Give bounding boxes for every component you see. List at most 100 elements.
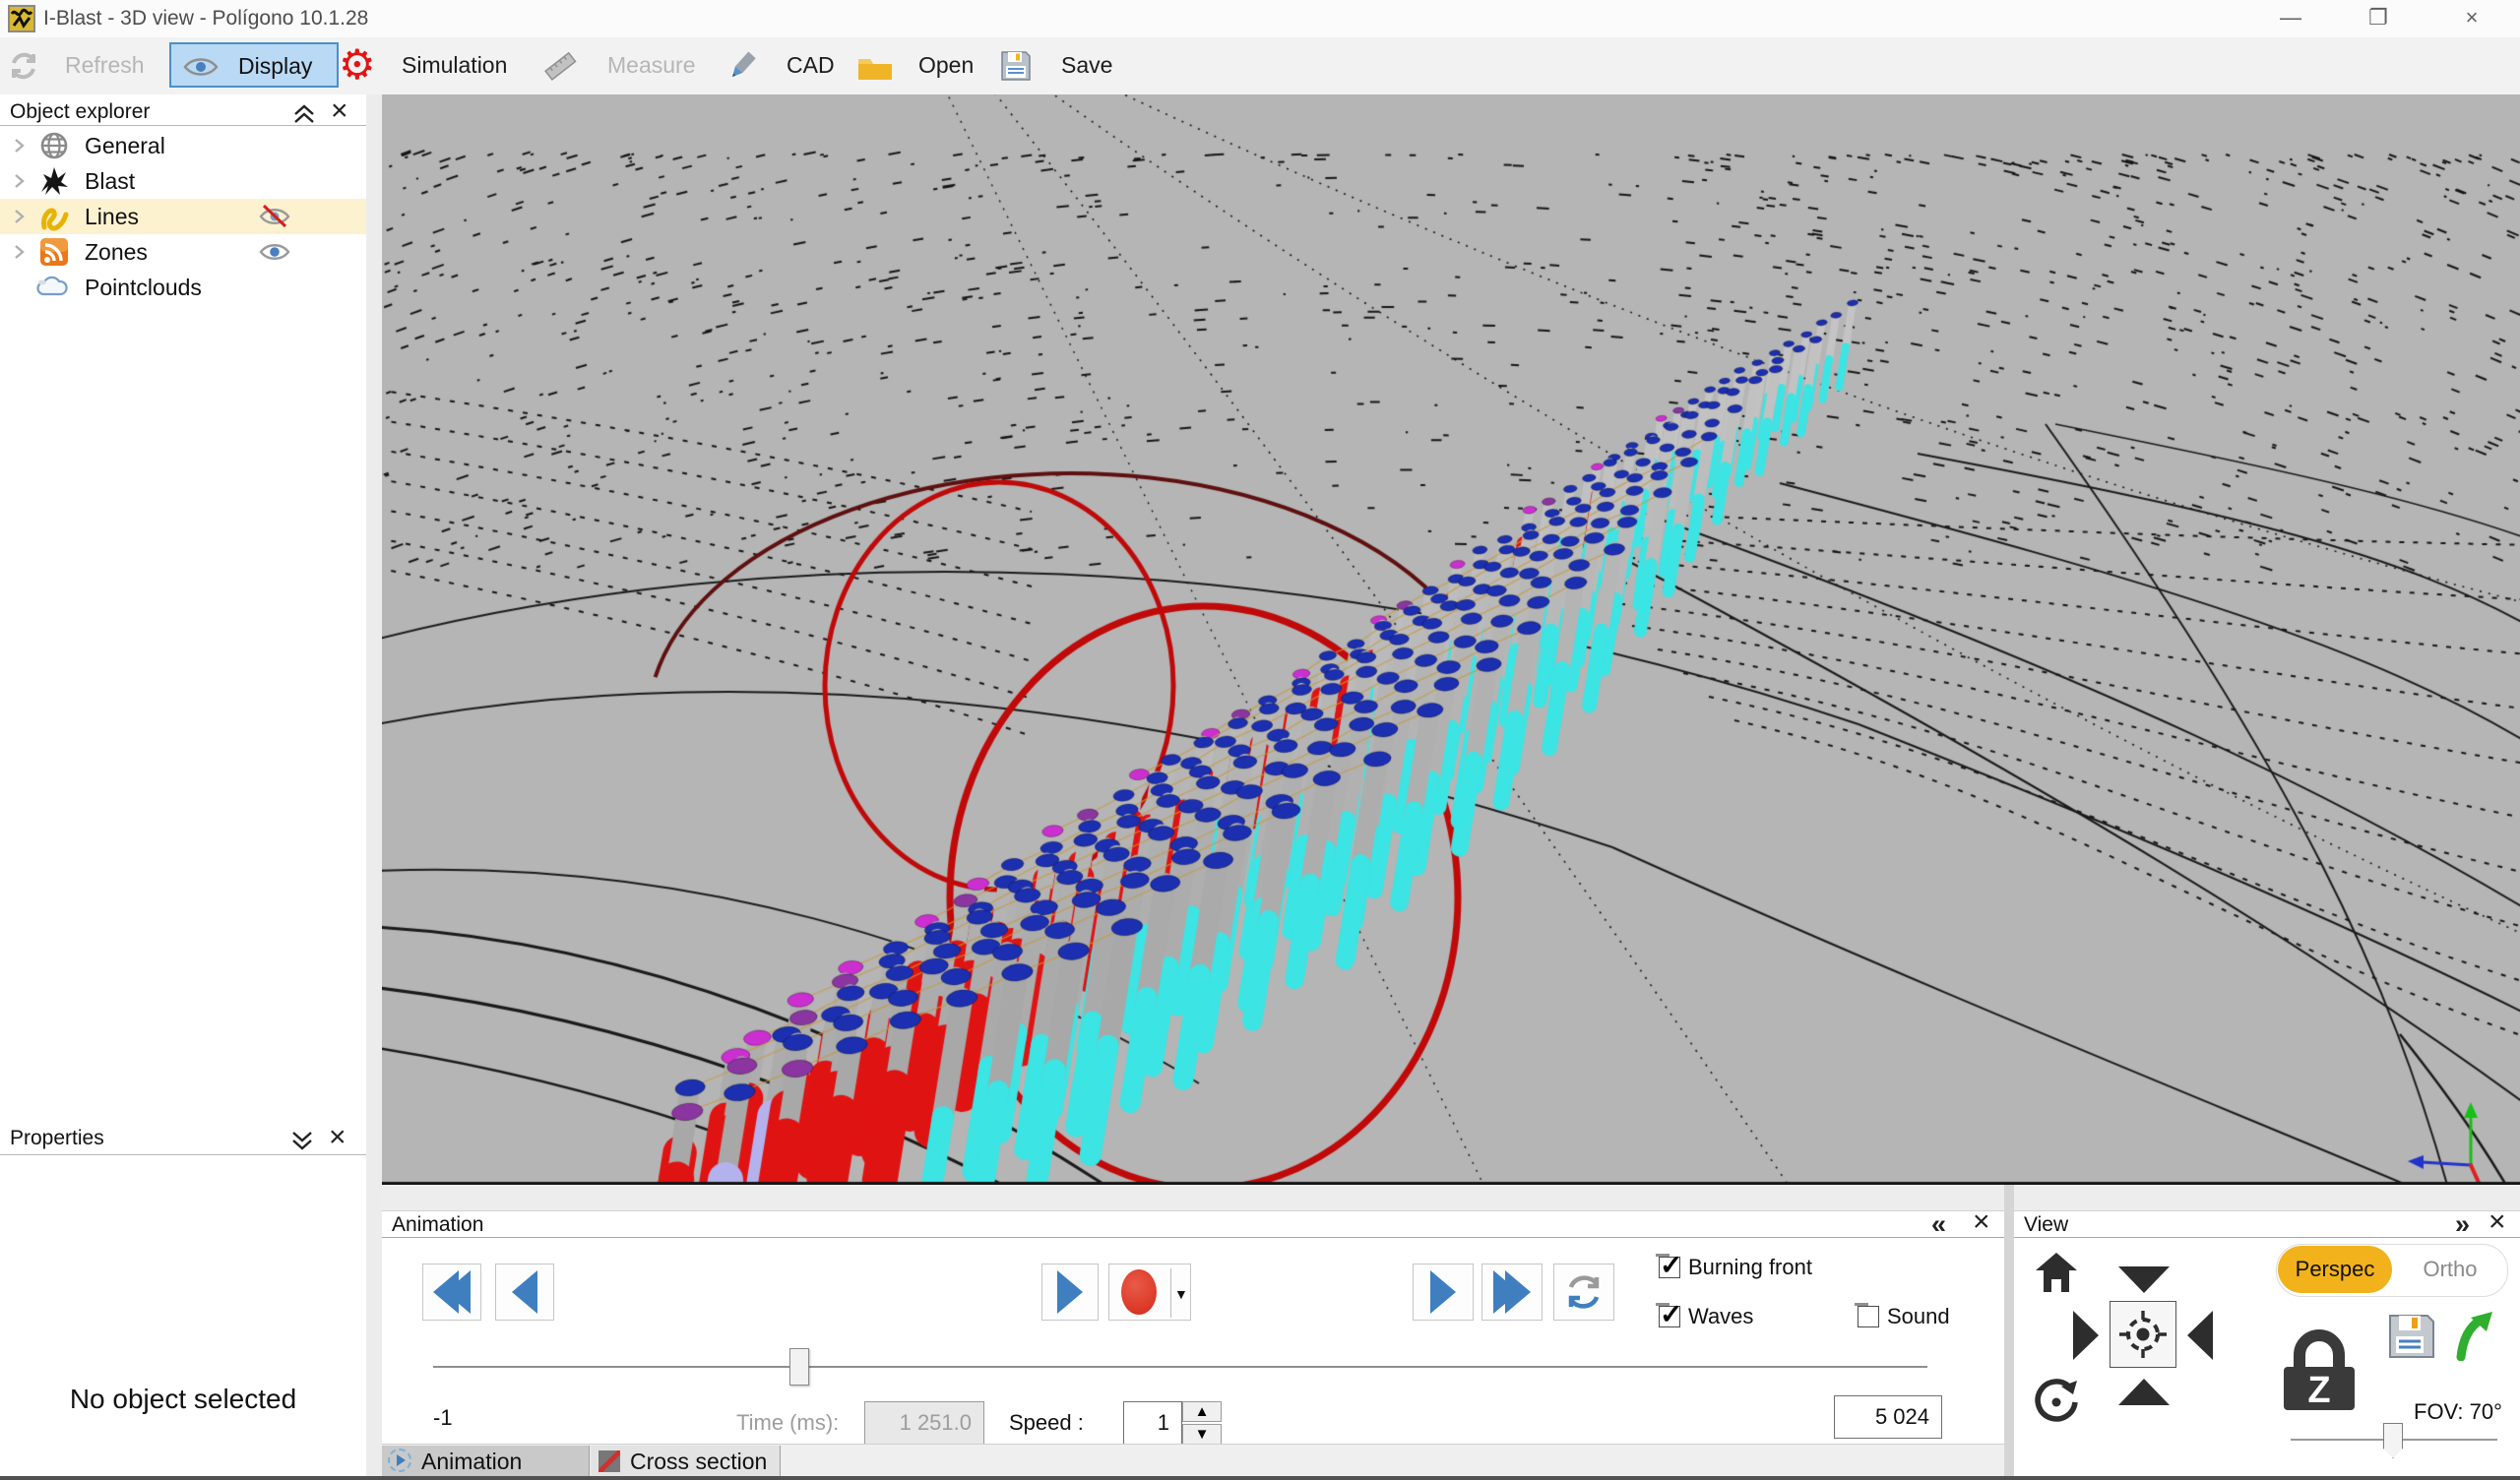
expander-icon[interactable] bbox=[12, 173, 26, 189]
properties-header: Properties × bbox=[0, 1125, 366, 1152]
tree-item-pointclouds[interactable]: Pointclouds bbox=[0, 270, 366, 305]
frame-count-input[interactable]: 5 024 bbox=[1834, 1395, 1942, 1439]
animation-panel-title: Animation bbox=[392, 1213, 483, 1237]
title-bar: I-Blast - 3D view - Polígono 10.1.28 — ❐… bbox=[0, 0, 2520, 37]
perspective-button[interactable]: Perspec bbox=[2278, 1246, 2392, 1293]
globe-icon bbox=[39, 131, 69, 160]
collapse-panel-icon[interactable] bbox=[291, 102, 317, 126]
refresh-button[interactable]: Refresh bbox=[65, 52, 145, 79]
up-vector-icon[interactable] bbox=[2449, 1310, 2498, 1361]
display-label: Display bbox=[238, 53, 312, 80]
center-view-button[interactable] bbox=[2110, 1301, 2176, 1368]
expand-panel-icon[interactable] bbox=[289, 1129, 315, 1152]
animation-tab-icon bbox=[388, 1449, 411, 1472]
expander-icon[interactable] bbox=[12, 244, 26, 260]
fast-forward-button[interactable] bbox=[1481, 1264, 1543, 1321]
viewport-gap bbox=[382, 1185, 2520, 1211]
step-forward-button[interactable] bbox=[1413, 1264, 1474, 1321]
tab-cross-section[interactable]: Cross section bbox=[591, 1446, 781, 1477]
panel-splitter[interactable] bbox=[2004, 1185, 2014, 1480]
loop-button[interactable] bbox=[1553, 1264, 1614, 1321]
rotate-view-icon[interactable] bbox=[2030, 1373, 2081, 1426]
fov-slider-thumb[interactable] bbox=[2383, 1423, 2403, 1458]
minimize-button[interactable]: — bbox=[2259, 0, 2322, 35]
save-button[interactable]: Save bbox=[1061, 52, 1112, 79]
save-icon bbox=[999, 49, 1033, 83]
main-toolbar: Refresh Display ⚙ Simulation Measure CAD bbox=[0, 37, 2520, 95]
spinner-up-icon[interactable]: ▲ bbox=[1182, 1401, 1222, 1422]
record-dropdown-icon[interactable]: ▼ bbox=[1174, 1286, 1188, 1302]
collapse-left-icon[interactable]: « bbox=[1931, 1211, 1946, 1237]
close-panel-icon[interactable]: × bbox=[331, 98, 348, 124]
sound-checkbox[interactable]: Sound bbox=[1858, 1306, 1950, 1329]
expand-right-icon[interactable]: » bbox=[2455, 1211, 2470, 1237]
tree-item-lines[interactable]: Lines bbox=[0, 199, 366, 234]
z-lock-icon[interactable]: Z bbox=[2278, 1318, 2361, 1412]
close-panel-icon[interactable]: × bbox=[329, 1125, 346, 1150]
bottom-tab-bar: Animation Cross section bbox=[382, 1444, 2004, 1476]
pan-down-icon[interactable] bbox=[2118, 1266, 2170, 1293]
expander-icon[interactable] bbox=[12, 138, 26, 154]
sidebar-splitter[interactable] bbox=[366, 94, 382, 1480]
save-view-icon[interactable] bbox=[2386, 1312, 2437, 1361]
loop-icon bbox=[1563, 1271, 1605, 1313]
range-start-label: -1 bbox=[433, 1405, 453, 1431]
speed-input[interactable]: 1 bbox=[1123, 1401, 1182, 1445]
burning-front-checkbox[interactable]: ✓ Burning front bbox=[1659, 1257, 1812, 1280]
timeline-track[interactable] bbox=[433, 1366, 1927, 1368]
object-explorer-panel: Object explorer × General Blast bbox=[0, 94, 366, 1480]
blast-icon bbox=[39, 166, 69, 196]
app-icon bbox=[8, 5, 35, 32]
properties-empty-message: No object selected bbox=[0, 1384, 366, 1415]
close-panel-icon[interactable]: × bbox=[2488, 1209, 2506, 1235]
spinner-down-icon[interactable]: ▼ bbox=[1182, 1424, 1222, 1445]
pan-right-icon[interactable] bbox=[2073, 1311, 2099, 1360]
play-button[interactable] bbox=[1041, 1264, 1099, 1321]
open-button[interactable]: Open bbox=[918, 52, 974, 79]
record-icon bbox=[1121, 1269, 1157, 1315]
pan-up-icon[interactable] bbox=[2118, 1379, 2170, 1405]
close-panel-icon[interactable]: × bbox=[1973, 1209, 1990, 1235]
projection-toggle: Perspec Ortho bbox=[2276, 1244, 2508, 1297]
close-button[interactable]: × bbox=[2440, 0, 2503, 35]
measure-button[interactable]: Measure bbox=[607, 52, 695, 79]
record-button[interactable]: ▼ bbox=[1108, 1264, 1191, 1321]
tree-item-blast[interactable]: Blast bbox=[0, 163, 366, 199]
display-button[interactable]: Display bbox=[169, 42, 339, 88]
rewind-button[interactable] bbox=[422, 1264, 481, 1321]
ortho-button[interactable]: Ortho bbox=[2395, 1246, 2505, 1293]
restore-button[interactable]: ❐ bbox=[2347, 0, 2410, 35]
tree-item-zones[interactable]: Zones bbox=[0, 234, 366, 270]
target-icon bbox=[2117, 1309, 2169, 1360]
pan-left-icon[interactable] bbox=[2187, 1311, 2213, 1360]
svg-text:Z: Z bbox=[2307, 1370, 2330, 1411]
time-input: 1 251.0 bbox=[864, 1401, 984, 1445]
cloud-icon bbox=[35, 273, 69, 302]
lines-icon bbox=[39, 202, 69, 231]
ruler-icon bbox=[543, 49, 577, 83]
refresh-icon bbox=[8, 50, 39, 82]
visibility-off-icon[interactable] bbox=[258, 205, 291, 228]
fov-label: FOV: 70° bbox=[2414, 1399, 2502, 1425]
object-explorer-title: Object explorer bbox=[10, 100, 150, 124]
viewport-3d[interactable] bbox=[382, 94, 2520, 1185]
application-window: I-Blast - 3D view - Polígono 10.1.28 — ❐… bbox=[0, 0, 2520, 1480]
time-label: Time (ms): bbox=[736, 1410, 839, 1436]
tree-item-general[interactable]: General bbox=[0, 128, 366, 163]
view-panel: View » × Perspec Ortho bbox=[2014, 1211, 2520, 1444]
gear-icon: ⚙ bbox=[339, 37, 376, 92]
animation-panel: Animation « × ▼ ✓ Burning front bbox=[382, 1211, 2004, 1444]
speed-spinner[interactable]: ▲ ▼ bbox=[1182, 1401, 1222, 1445]
step-back-button[interactable] bbox=[495, 1264, 554, 1321]
zones-icon bbox=[39, 237, 69, 267]
waves-checkbox[interactable]: ✓ Waves bbox=[1659, 1306, 1753, 1329]
home-view-icon[interactable] bbox=[2032, 1249, 2081, 1294]
simulation-button[interactable]: Simulation bbox=[402, 52, 507, 79]
cross-section-tab-icon bbox=[598, 1450, 620, 1472]
visibility-on-icon[interactable] bbox=[258, 240, 291, 264]
properties-title: Properties bbox=[10, 1127, 104, 1150]
tab-animation[interactable]: Animation bbox=[382, 1446, 590, 1477]
timeline-thumb[interactable] bbox=[789, 1348, 809, 1386]
cad-button[interactable]: CAD bbox=[787, 52, 835, 79]
expander-icon[interactable] bbox=[12, 209, 26, 224]
